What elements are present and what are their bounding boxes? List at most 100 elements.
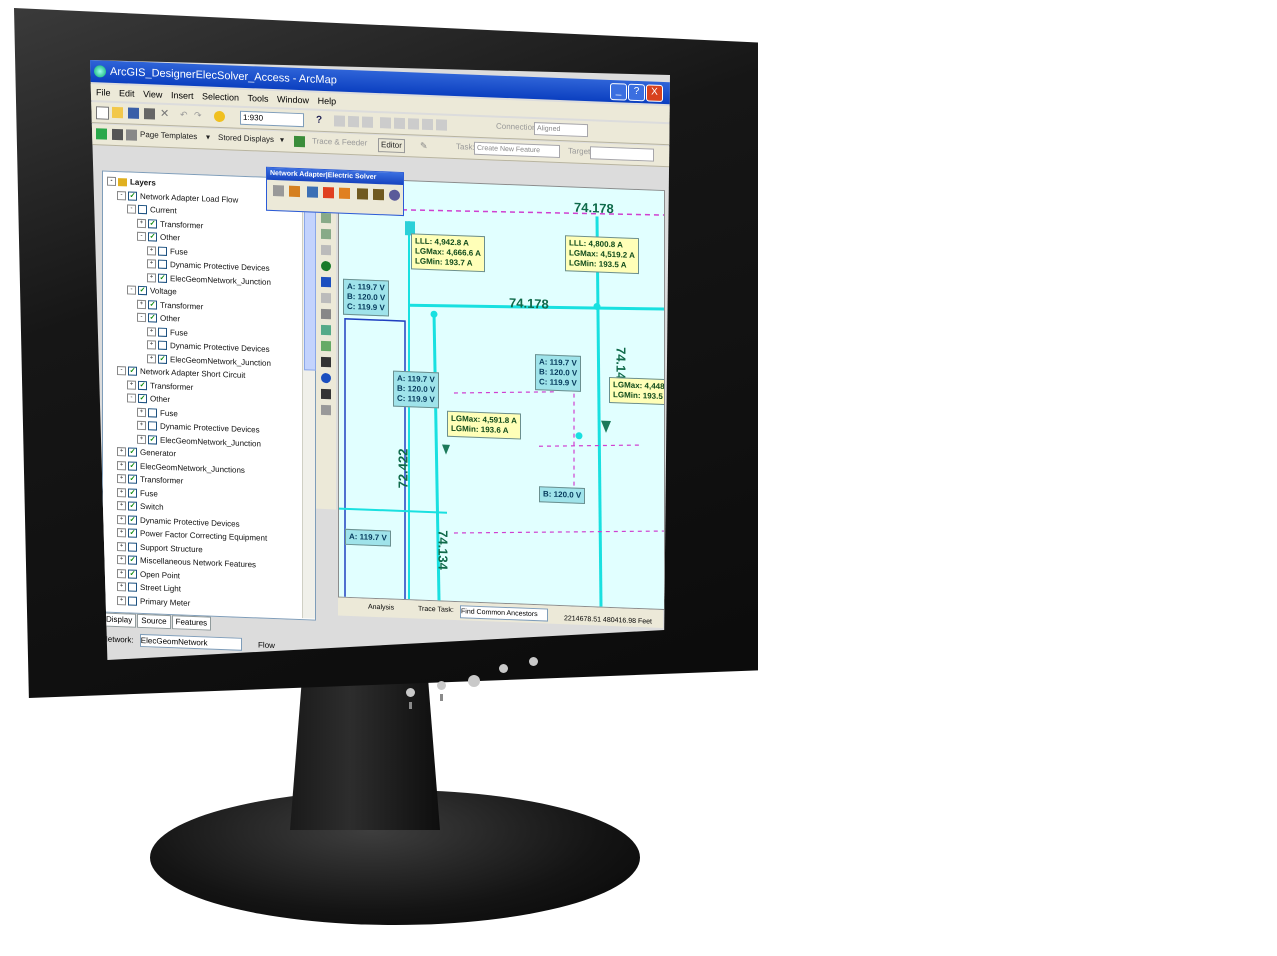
- new-document-icon[interactable]: [96, 106, 109, 120]
- toc-layer-row[interactable]: + ✓ Transformer: [137, 217, 203, 232]
- help-button[interactable]: ?: [628, 83, 645, 102]
- solver-tool-icon[interactable]: [323, 186, 334, 199]
- whats-this-icon[interactable]: ?: [316, 115, 327, 126]
- menu-selection[interactable]: Selection: [202, 91, 239, 102]
- toc-layer-row[interactable]: + ✓ Switch: [117, 500, 164, 514]
- toc-layer-row[interactable]: + ✓ Fuse: [117, 487, 158, 501]
- trace-task-select[interactable]: Find Common Ancestors: [460, 605, 548, 622]
- trace-feeder-button[interactable]: Trace & Feeder: [312, 136, 367, 150]
- layer-visibility-checkbox[interactable]: [148, 421, 157, 431]
- select-features-icon[interactable]: [321, 308, 331, 320]
- layer-visibility-checkbox[interactable]: ✓: [128, 555, 137, 566]
- open-icon[interactable]: [112, 106, 123, 119]
- trace-icon[interactable]: [294, 135, 305, 148]
- flow-menu[interactable]: Flow: [258, 640, 275, 650]
- layer-visibility-checkbox[interactable]: ✓: [148, 435, 157, 445]
- task-select[interactable]: Create New Feature: [474, 141, 560, 159]
- expand-icon[interactable]: +: [117, 447, 126, 457]
- layer-visibility-checkbox[interactable]: ✓: [148, 219, 157, 229]
- toc-layer-row[interactable]: + Primary Meter: [117, 595, 190, 610]
- undo-icon[interactable]: ↶: [180, 109, 191, 120]
- toc-layer-row[interactable]: + ✓ Transformer: [117, 473, 183, 488]
- close-button[interactable]: X: [646, 84, 663, 103]
- network-select[interactable]: ElecGeomNetwork: [139, 634, 242, 652]
- layer-visibility-checkbox[interactable]: ✓: [128, 569, 137, 579]
- layout-icon[interactable]: [96, 128, 107, 140]
- editor-tool-icon[interactable]: [362, 116, 373, 128]
- editor-tool-icon[interactable]: [334, 115, 345, 127]
- expand-icon[interactable]: +: [147, 354, 156, 364]
- expand-icon[interactable]: +: [147, 259, 156, 269]
- layer-visibility-checkbox[interactable]: ✓: [128, 366, 137, 377]
- layer-visibility-checkbox[interactable]: ✓: [138, 380, 147, 391]
- chevron-down-icon[interactable]: ▾: [206, 131, 210, 143]
- collapse-icon[interactable]: -: [137, 232, 146, 242]
- expand-icon[interactable]: +: [147, 246, 156, 256]
- layer-visibility-checkbox[interactable]: ✓: [138, 286, 147, 296]
- editor-tool-icon[interactable]: [380, 117, 391, 129]
- layer-visibility-checkbox[interactable]: ✓: [148, 232, 157, 242]
- toc-layer-row[interactable]: + ✓ Generator: [117, 446, 176, 460]
- layer-visibility-checkbox[interactable]: ✓: [128, 515, 137, 525]
- layer-visibility-checkbox[interactable]: ✓: [128, 501, 137, 512]
- tab-display[interactable]: Display: [102, 612, 137, 628]
- editor-tool-icon[interactable]: [408, 118, 419, 130]
- info-icon[interactable]: [321, 372, 331, 384]
- editor-tool-icon[interactable]: [394, 117, 405, 130]
- layer-visibility-checkbox[interactable]: [148, 408, 157, 418]
- monitor-button[interactable]: [499, 664, 508, 673]
- map-scale-input[interactable]: 1:930: [240, 110, 304, 128]
- identify-icon[interactable]: [321, 340, 331, 352]
- monitor-button[interactable]: [529, 657, 538, 666]
- network-adapter-toolbar[interactable]: Network Adapter|Electric Solver: [266, 166, 404, 217]
- layer-visibility-checkbox[interactable]: ✓: [128, 488, 137, 498]
- layer-visibility-checkbox[interactable]: [158, 327, 167, 337]
- expand-icon[interactable]: +: [147, 340, 156, 350]
- layer-visibility-checkbox[interactable]: [128, 542, 137, 552]
- toc-layer-row[interactable]: + Fuse: [147, 245, 188, 259]
- layer-visibility-checkbox[interactable]: [158, 260, 167, 270]
- chevron-down-icon[interactable]: ▾: [280, 134, 284, 146]
- toc-layer-row[interactable]: + ✓ Transformer: [137, 298, 203, 313]
- menu-tools[interactable]: Tools: [248, 93, 269, 104]
- expand-icon[interactable]: +: [117, 528, 126, 538]
- save-icon[interactable]: [128, 107, 139, 119]
- layer-visibility-checkbox[interactable]: ✓: [128, 528, 137, 539]
- expand-icon[interactable]: +: [117, 595, 126, 606]
- solver-tool-icon[interactable]: [339, 187, 350, 199]
- minimize-button[interactable]: _: [610, 82, 627, 101]
- menu-help[interactable]: Help: [318, 96, 337, 107]
- editor-tool-icon[interactable]: [422, 118, 433, 131]
- toc-layer-row[interactable]: + Street Light: [117, 581, 181, 595]
- editor-tool-icon[interactable]: [348, 115, 359, 128]
- analysis-menu[interactable]: Analysis: [368, 599, 394, 618]
- layer-visibility-checkbox[interactable]: ✓: [148, 300, 157, 310]
- pointer-icon[interactable]: [321, 356, 331, 368]
- template-icon[interactable]: [126, 129, 137, 141]
- map-view[interactable]: 74.178 74.178 74.140 72.422 74.134 LLL: …: [338, 177, 665, 611]
- select-elements-icon[interactable]: [321, 324, 331, 336]
- stored-displays-button[interactable]: Stored Displays: [218, 132, 274, 146]
- expand-icon[interactable]: +: [117, 514, 126, 525]
- layer-visibility-checkbox[interactable]: [158, 341, 167, 351]
- page-icon[interactable]: [112, 128, 123, 141]
- expand-icon[interactable]: +: [117, 474, 126, 484]
- zoom-out-icon[interactable]: [321, 228, 331, 240]
- expand-icon[interactable]: +: [137, 218, 146, 229]
- solver-tool-icon[interactable]: [389, 189, 400, 201]
- junction-node[interactable]: [430, 310, 438, 318]
- expand-icon[interactable]: +: [137, 407, 146, 418]
- add-data-icon[interactable]: [214, 110, 225, 123]
- menu-window[interactable]: Window: [277, 94, 309, 105]
- expand-icon[interactable]: +: [127, 380, 136, 390]
- expand-icon[interactable]: +: [117, 541, 126, 552]
- menu-file[interactable]: File: [96, 87, 111, 98]
- toc-layer-row[interactable]: - ✓ Other: [137, 231, 180, 245]
- toc-layer-row[interactable]: + Fuse: [147, 326, 188, 340]
- collapse-icon[interactable]: -: [137, 313, 146, 323]
- expand-icon[interactable]: +: [117, 582, 126, 592]
- scroll-thumb[interactable]: [304, 208, 316, 371]
- toc-layer-row[interactable]: + ✓ Transformer: [127, 379, 193, 394]
- expand-icon[interactable]: +: [117, 501, 126, 511]
- layer-visibility-checkbox[interactable]: ✓: [148, 313, 157, 323]
